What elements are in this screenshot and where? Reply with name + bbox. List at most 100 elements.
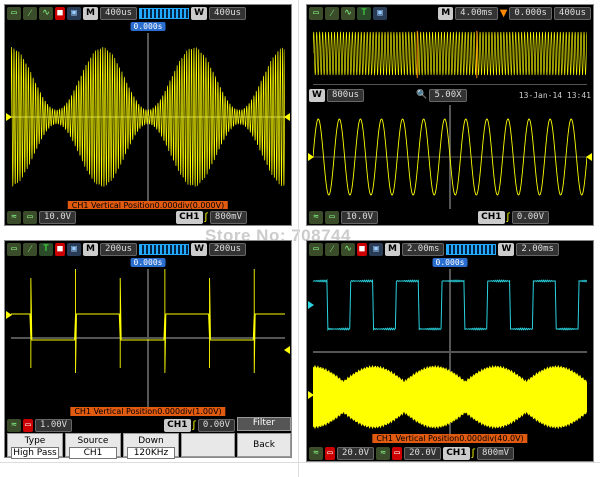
ch2-marker-icon — [308, 301, 314, 309]
trigger-source-label: CH1 — [443, 446, 470, 460]
type-value: High Pass — [11, 447, 59, 459]
back-label: Back — [253, 440, 275, 450]
filter-menu-title: Filter — [237, 417, 291, 431]
ch1-coupling-icon: ≈ — [7, 210, 21, 224]
memory-bar — [446, 243, 497, 255]
save-icon: ▣ — [369, 242, 383, 256]
zoom-icon: 🔍 — [416, 90, 428, 100]
timebase-value: 4.00ms — [455, 6, 498, 20]
type-label: Type — [24, 436, 46, 446]
wave-icon: ∿ — [341, 6, 355, 20]
timebase-value: 2.00ms — [401, 242, 445, 256]
trigger-pos-icon: ▼ — [499, 7, 508, 19]
timebase-value: 200us — [99, 242, 138, 256]
timebase-value: 400us — [99, 6, 138, 20]
ch1-marker-icon — [308, 153, 314, 161]
bottom-status-bar: ≈ ▭ 10.0V CH1 ʃ 0.00V — [307, 209, 593, 225]
top-status-bar: ▭ ⁄ ∿ ■ ▣ M 2.00ms W 2.00ms — [307, 241, 593, 257]
window-label: W — [191, 242, 207, 256]
trigger-level-icon — [284, 346, 290, 354]
battery-icon: ▭ — [309, 242, 323, 256]
ch1-icon: ▭ — [23, 210, 37, 224]
trigger-source-label: CH1 — [164, 418, 191, 432]
trigger-level-value: 800mV — [476, 446, 515, 460]
down-label: Down — [138, 436, 164, 446]
top-status-bar: ▭ ⁄ ∿ ■ ▣ M 400us W 400us — [5, 5, 291, 21]
wave-icon: ∿ — [39, 6, 53, 20]
ch1-icon: ▭ — [325, 446, 335, 460]
ch1-coupling-icon: ≈ — [309, 210, 323, 224]
scope-screen-zoom: ▭ ⁄ ∿ T ▣ M 4.00ms ▼ 0.000s 400us W 800u… — [306, 4, 594, 226]
main-label: M — [83, 6, 98, 20]
ch1-marker-icon — [6, 113, 12, 121]
ch1-scale-value: 1.00V — [35, 418, 73, 432]
battery-icon: ▭ — [309, 6, 323, 20]
scope-screen-dual: ▭ ⁄ ∿ ■ ▣ M 2.00ms W 2.00ms 0.000s CH1 V… — [306, 240, 594, 462]
type-softkey[interactable]: Type High Pass — [7, 433, 63, 459]
trigger-position-badge: 0.000s — [432, 258, 468, 267]
memory-bar — [139, 243, 190, 255]
trigger-position-value: 0.000s — [509, 6, 552, 20]
save-icon: ▣ — [67, 6, 81, 20]
wave-icon: ∿ — [341, 242, 355, 256]
stop-icon: ■ — [55, 6, 65, 20]
trigger-t-icon: T — [357, 6, 371, 20]
trigger-t-icon: T — [39, 242, 53, 256]
ch1-icon: ▭ — [23, 418, 33, 432]
zoom-factor-value: 5.00X — [429, 88, 467, 102]
battery-icon: ▭ — [7, 6, 21, 20]
panel-divider — [298, 0, 299, 477]
window-timebase-value: 800us — [326, 88, 365, 102]
window-timebase-value: 200us — [209, 242, 247, 256]
ch2-icon: ▭ — [392, 446, 403, 460]
ch1-marker-icon — [6, 311, 12, 319]
ch1-zoomed-waveform — [313, 118, 587, 196]
trigger-source-label: CH1 — [478, 210, 505, 224]
ch1-scale-value: 20.0V — [337, 446, 375, 460]
vertical-position-message: CH1 Vertical Position0.000div(1.00V) — [70, 407, 226, 416]
scope-screen-filter: ▭ ⁄ T ■ ▣ M 200us W 200us 0.000s CH1 Ver… — [4, 240, 292, 459]
run-icon: ⁄ — [23, 242, 37, 256]
ch2-waveform — [313, 278, 587, 332]
down-softkey[interactable]: Down 120KHz — [123, 433, 179, 459]
window-label: W — [498, 242, 515, 256]
source-label: Source — [77, 436, 109, 446]
empty-softkey[interactable] — [181, 433, 235, 457]
stop-icon: ■ — [55, 242, 65, 256]
ch2-scale-value: 20.0V — [404, 446, 442, 460]
rising-edge-icon: ʃ — [192, 419, 196, 431]
trigger-level-value: 0.00V — [511, 210, 549, 224]
dual-waveforms — [313, 278, 587, 430]
waveform-grid — [11, 33, 285, 201]
bottom-status-bar: ≈ ▭ 1.00V CH1 ʃ 0.00V — [5, 417, 237, 433]
trigger-level-icon — [586, 153, 592, 161]
window-timebase-value: 2.00ms — [516, 242, 559, 256]
vertical-position-message: CH1 Vertical Position0.000div(40.0V) — [372, 434, 528, 443]
save-icon: ▣ — [67, 242, 81, 256]
down-value: 120KHz — [127, 447, 175, 459]
ch1-waveform — [11, 269, 285, 374]
main-label: M — [83, 242, 98, 256]
trigger-level-icon — [284, 113, 290, 121]
main-waveform-overview — [313, 23, 587, 85]
rising-edge-icon: ʃ — [204, 211, 208, 223]
source-value: CH1 — [69, 447, 117, 459]
bottom-status-bar: ≈ ▭ 20.0V ≈ ▭ 20.0V CH1 ʃ 800mV — [307, 445, 593, 461]
bottom-status-bar: ≈ ▭ 10.0V CH1 ʃ 800mV — [5, 209, 291, 225]
datetime-text: 13-Jan-14 13:41 — [518, 90, 591, 100]
trigger-level-value: 0.00V — [197, 418, 235, 432]
scope-screen-am: ▭ ⁄ ∿ ■ ▣ M 400us W 400us 0.000s CH1 Ver… — [4, 4, 292, 226]
back-softkey[interactable]: Back — [237, 433, 291, 457]
ch2-coupling-icon: ≈ — [376, 446, 391, 460]
ch1-scale-value: 10.0V — [341, 210, 379, 224]
rising-edge-icon: ʃ — [471, 447, 475, 459]
save-icon: ▣ — [373, 6, 387, 20]
memory-bar — [139, 7, 190, 19]
top-status-bar: ▭ ⁄ T ■ ▣ M 200us W 200us — [5, 241, 291, 257]
ch1-waveform — [11, 47, 285, 187]
source-softkey[interactable]: Source CH1 — [65, 433, 121, 459]
ch1-coupling-icon: ≈ — [7, 418, 21, 432]
trigger-level-value: 800mV — [209, 210, 247, 224]
ch1-overview-waveform — [313, 30, 587, 79]
ch1-waveform — [313, 364, 587, 430]
